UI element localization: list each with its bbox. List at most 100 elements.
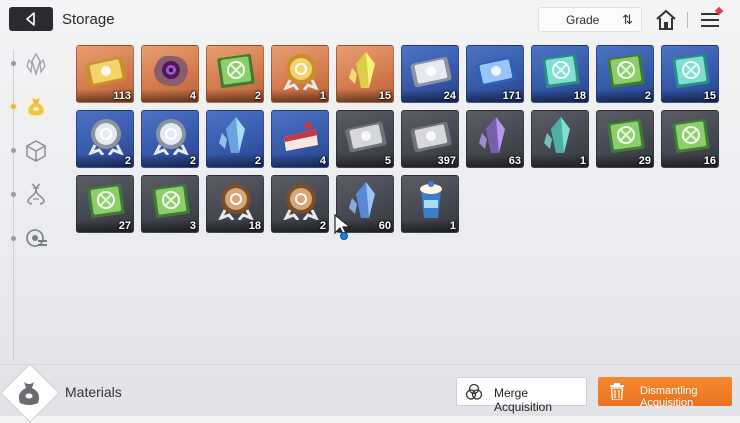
item-quantity: 15	[703, 90, 716, 102]
trash-bin-icon	[610, 383, 624, 400]
yellow-crystal-shards-icon	[349, 52, 375, 88]
item-quantity: 171	[502, 90, 521, 102]
silver-ticket-icon	[410, 56, 452, 88]
inventory-slot[interactable]: 24	[401, 45, 459, 103]
inventory-slot[interactable]: 16	[661, 110, 719, 168]
inventory-slot[interactable]: 1	[271, 45, 329, 103]
merge-acquisition-label: Merge Acquisition	[494, 386, 553, 414]
item-quantity: 60	[378, 220, 391, 232]
merge-acquisition-button[interactable]: Merge Acquisition	[456, 377, 587, 414]
item-quantity: 3	[189, 220, 196, 232]
purple-eye-core-icon	[154, 55, 188, 87]
inventory-slot[interactable]: 4	[141, 45, 199, 103]
gray-ticket-icon	[345, 121, 387, 153]
sidebar-tab-cube[interactable]	[22, 137, 50, 165]
inventory-slot[interactable]: 5	[336, 110, 394, 168]
inventory-slot[interactable]: 27	[76, 175, 134, 233]
item-quantity: 2	[319, 220, 326, 232]
menu-icon[interactable]	[698, 6, 724, 32]
back-button[interactable]	[9, 7, 53, 31]
gold-ticket-icon	[85, 56, 127, 88]
item-quantity: 4	[319, 155, 326, 167]
dismantling-acquisition-label: Dismantling Acquisition	[640, 385, 698, 409]
ice-crystal-icon	[219, 117, 245, 153]
sidebar-tab-crystal[interactable]	[22, 50, 50, 78]
sidebar-dot-1	[11, 61, 16, 66]
inventory-slot[interactable]: 3	[141, 175, 199, 233]
item-quantity: 24	[443, 90, 456, 102]
cross-manual-icon	[607, 54, 645, 88]
inventory-slot[interactable]: 29	[596, 110, 654, 168]
sort-order-icon: ⇅	[622, 12, 633, 27]
item-quantity: 2	[254, 90, 261, 102]
inventory-slot[interactable]: 15	[336, 45, 394, 103]
module-tab-icon	[26, 229, 47, 247]
inventory-slot[interactable]: 2	[271, 175, 329, 233]
silver-sword-emblem-icon	[88, 119, 124, 155]
inventory-slot[interactable]: 18	[206, 175, 264, 233]
sidebar-tab-materials[interactable]	[22, 92, 50, 120]
inventory-slot[interactable]: 1	[401, 175, 459, 233]
sort-label: Grade	[566, 13, 600, 27]
inventory-slot[interactable]: 1	[531, 110, 589, 168]
green-shield-manual-icon	[672, 119, 710, 153]
sidebar-rail	[13, 50, 14, 360]
green-sword-manual-icon	[607, 119, 645, 153]
gold-shield-emblem-icon	[283, 54, 319, 90]
inventory-slot[interactable]: 15	[661, 45, 719, 103]
mouse-cursor-icon	[334, 214, 352, 240]
cake-slice-icon	[284, 122, 318, 151]
inventory-slot[interactable]: 397	[401, 110, 459, 168]
page-title: Storage	[62, 11, 115, 28]
crystal-tab-icon	[26, 52, 46, 76]
merge-circles-icon	[465, 383, 483, 400]
shield-manual-icon	[542, 54, 580, 88]
inventory-slot[interactable]: 113	[76, 45, 134, 103]
sidebar-tab-dna[interactable]	[22, 180, 50, 208]
inventory-slot[interactable]: 2	[206, 45, 264, 103]
top-bar: Storage Grade ⇅	[0, 0, 740, 40]
home-icon[interactable]	[654, 8, 678, 32]
item-quantity: 15	[378, 90, 391, 102]
item-quantity: 2	[189, 155, 196, 167]
bronze-rune-emblem-icon	[283, 184, 319, 220]
inventory-slot[interactable]: 2	[206, 110, 264, 168]
green-rune-manual-icon	[152, 184, 190, 218]
sidebar-dot-2	[11, 104, 16, 109]
sidebar-dot-3	[11, 148, 16, 153]
gray-compass-ticket-icon	[410, 121, 452, 153]
bronze-sword-emblem-icon	[218, 184, 254, 220]
item-quantity: 397	[437, 155, 456, 167]
teal-crystal-icon	[544, 117, 570, 153]
sword-manual-icon	[217, 54, 255, 88]
item-quantity: 1	[319, 90, 326, 102]
inventory-slot[interactable]: 4	[271, 110, 329, 168]
dismantling-acquisition-button[interactable]: Dismantling Acquisition	[598, 377, 732, 409]
inventory-slot[interactable]: 2	[596, 45, 654, 103]
cube-tab-icon	[26, 140, 46, 162]
item-quantity: 5	[384, 155, 391, 167]
item-quantity: 1	[449, 220, 456, 232]
item-quantity: 18	[248, 220, 261, 232]
item-quantity: 16	[703, 155, 716, 167]
inventory-slot[interactable]: 63	[466, 110, 524, 168]
materials-bag-icon	[18, 382, 40, 405]
sidebar-dot-4	[11, 192, 16, 197]
inventory-slot[interactable]: 18	[531, 45, 589, 103]
item-quantity: 4	[189, 90, 196, 102]
header-divider	[687, 12, 688, 28]
sidebar-dot-5	[11, 236, 16, 241]
item-quantity: 1	[579, 155, 586, 167]
item-quantity: 18	[573, 90, 586, 102]
inventory-slot[interactable]: 2	[141, 110, 199, 168]
item-quantity: 2	[644, 90, 651, 102]
green-cross-manual-icon	[87, 184, 125, 218]
inventory-slot[interactable]: 2	[76, 110, 134, 168]
item-quantity: 2	[254, 155, 261, 167]
rune-manual-icon	[672, 54, 710, 88]
sort-grade-button[interactable]: Grade ⇅	[538, 7, 642, 32]
iced-coffee-icon	[420, 181, 442, 218]
inventory-slot[interactable]: 171	[466, 45, 524, 103]
item-quantity: 29	[638, 155, 651, 167]
sidebar-tab-module[interactable]	[22, 224, 50, 252]
